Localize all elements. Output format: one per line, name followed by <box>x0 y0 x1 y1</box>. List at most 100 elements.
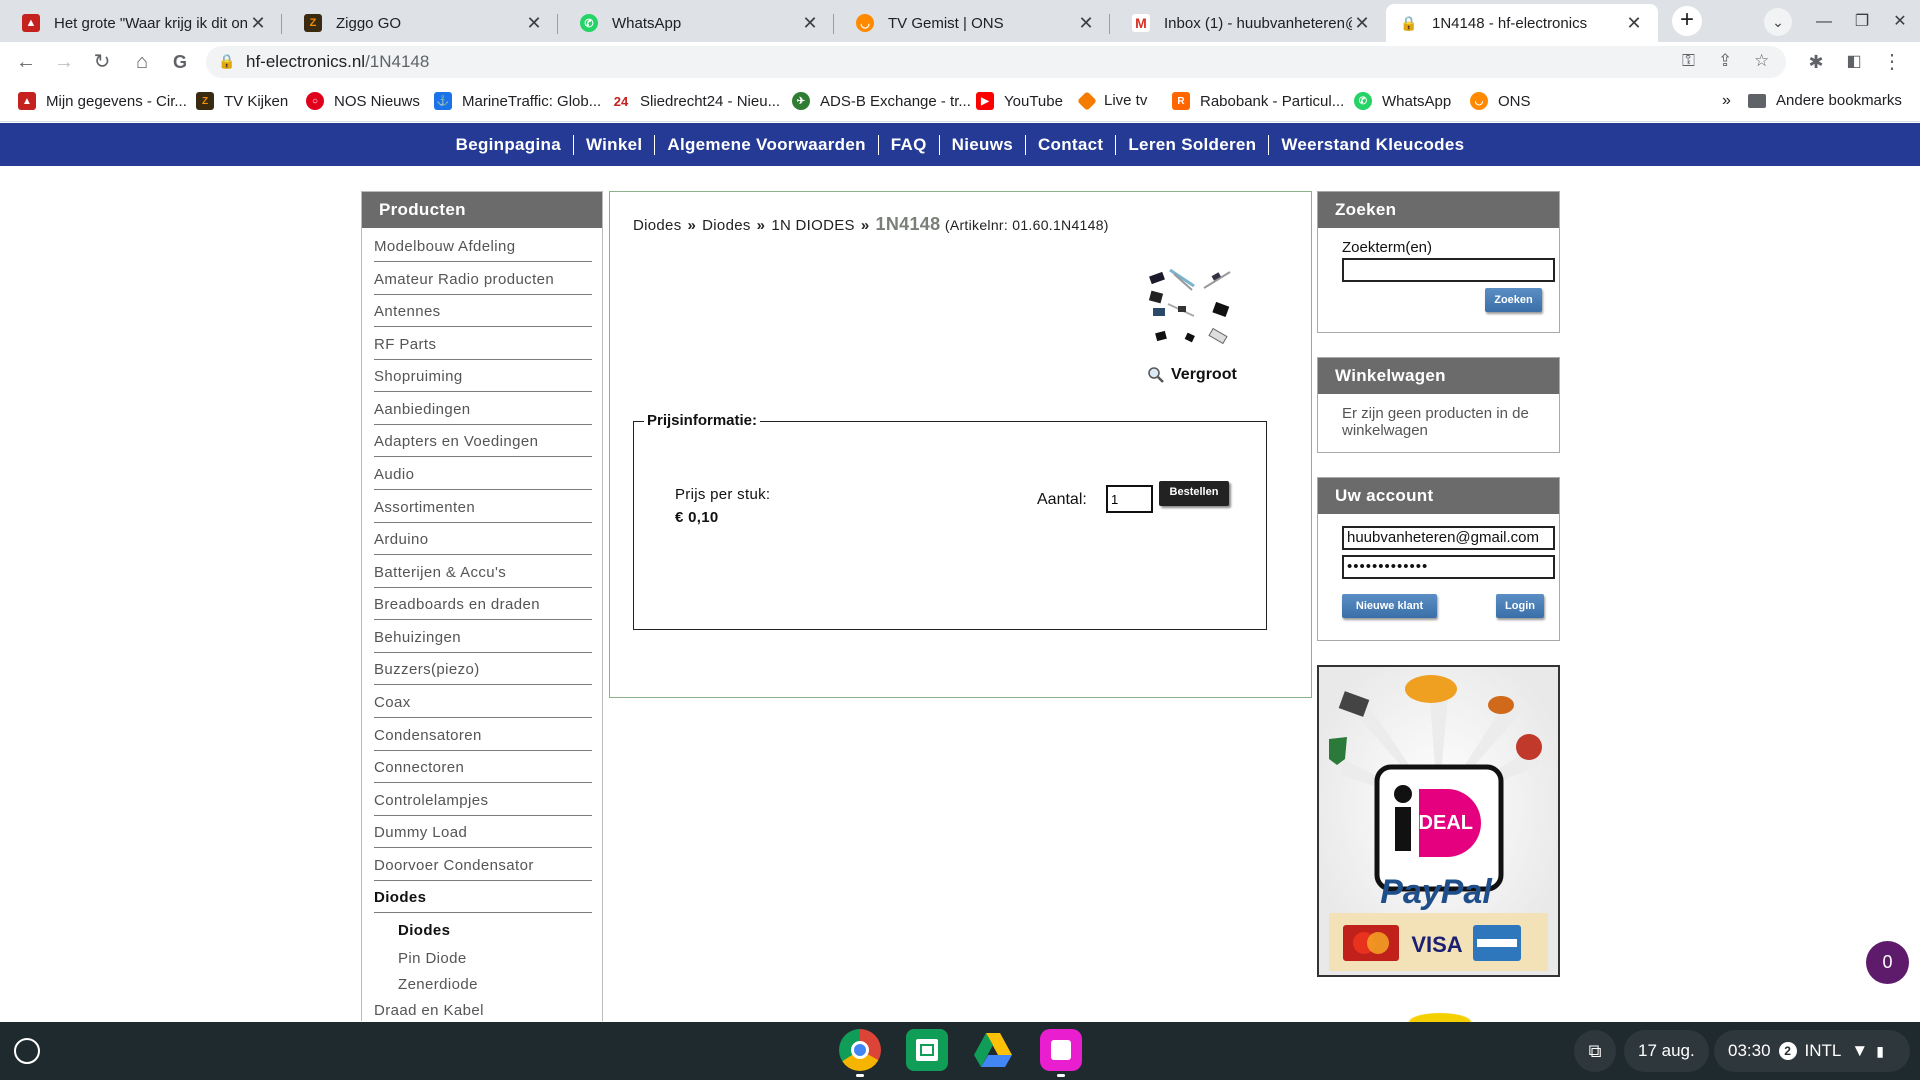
subcategory-link-active[interactable]: Diodes <box>398 922 450 939</box>
browser-tab[interactable]: ◡ TV Gemist | ONS ✕ <box>834 4 1110 42</box>
google-icon[interactable]: G <box>166 48 194 76</box>
search-input[interactable] <box>1342 258 1555 282</box>
share-icon[interactable]: ⇪ <box>1718 51 1732 71</box>
browser-tab[interactable]: M Inbox (1) - huubvanheteren@gm ✕ <box>1110 4 1386 42</box>
reload-icon[interactable]: ↻ <box>88 48 116 76</box>
address-bar[interactable]: 🔒 hf-electronics.nl/1N4148 ⚿ ⇪ ☆ <box>206 46 1786 78</box>
category-link[interactable]: Assortimenten <box>374 497 592 523</box>
bookmark-item[interactable]: ✈ ADS-B Exchange - tr... <box>792 92 971 110</box>
category-link[interactable]: Controlelampjes <box>374 790 592 816</box>
order-button[interactable]: Bestellen <box>1159 481 1229 506</box>
breadcrumb-link[interactable]: Diodes <box>702 217 751 234</box>
launcher-icon[interactable] <box>14 1038 40 1064</box>
category-link[interactable]: Batterijen & Accu's <box>374 562 592 588</box>
bookmark-item[interactable]: Live tv <box>1077 90 1147 111</box>
other-bookmarks-folder[interactable]: Andere bookmarks <box>1748 92 1902 109</box>
category-link[interactable]: Draad en Kabel <box>374 1000 592 1021</box>
nav-nieuws[interactable]: Nieuws <box>940 135 1025 155</box>
chat-widget-button[interactable]: 0 <box>1866 941 1909 984</box>
bookmark-item[interactable]: ⚓ MarineTraffic: Glob... <box>434 92 601 110</box>
new-customer-button[interactable]: Nieuwe klant <box>1342 594 1437 618</box>
login-button[interactable]: Login <box>1496 594 1544 618</box>
subcategory-link[interactable]: Pin Diode <box>398 950 467 967</box>
payment-banner[interactable]: iDEAL PayPal VISA <box>1317 665 1560 977</box>
product-thumbnail[interactable] <box>1148 264 1234 348</box>
side-panel-icon[interactable]: ◧ <box>1840 48 1868 76</box>
close-tab-icon[interactable]: ✕ <box>1352 13 1372 34</box>
password-field[interactable]: ••••••••••••• <box>1342 555 1555 579</box>
gallery-icon[interactable] <box>1040 1029 1082 1071</box>
bookmark-item[interactable]: ◡ ONS <box>1470 92 1531 110</box>
category-link[interactable]: Behuizingen <box>374 627 592 653</box>
category-link[interactable]: Adapters en Voedingen <box>374 431 592 457</box>
category-link[interactable]: Audio <box>374 464 592 490</box>
url-text[interactable]: hf-electronics.nl/1N4148 <box>246 52 429 72</box>
new-tab-button[interactable]: + <box>1672 6 1702 36</box>
close-tab-icon[interactable]: ✕ <box>1076 13 1096 34</box>
breadcrumb-link[interactable]: Diodes <box>633 217 682 234</box>
category-link[interactable]: Antennes <box>374 301 592 327</box>
chrome-icon[interactable] <box>839 1029 881 1071</box>
category-link[interactable]: RF Parts <box>374 334 592 360</box>
category-link[interactable]: Dummy Load <box>374 822 592 848</box>
nav-contact[interactable]: Contact <box>1026 135 1115 155</box>
nav-beginpagina[interactable]: Beginpagina <box>444 135 573 155</box>
bookmark-item[interactable]: ○ NOS Nieuws <box>306 92 420 110</box>
close-tab-icon[interactable]: ✕ <box>524 13 544 34</box>
browser-tab[interactable]: Z Ziggo GO ✕ <box>282 4 558 42</box>
bookmark-item[interactable]: Z TV Kijken <box>196 92 288 110</box>
category-link[interactable]: Coax <box>374 692 592 718</box>
breadcrumb-link[interactable]: 1N DIODES <box>771 217 855 234</box>
close-tab-icon[interactable]: ✕ <box>800 13 820 34</box>
nav-algemene-voorwaarden[interactable]: Algemene Voorwaarden <box>655 135 877 155</box>
category-link[interactable]: Modelbouw Afdeling <box>374 236 592 262</box>
status-tray[interactable]: 03:30 2 INTL ▼ ▮ <box>1714 1030 1910 1072</box>
browser-tab[interactable]: ✆ WhatsApp ✕ <box>558 4 834 42</box>
email-field[interactable]: huubvanheteren@gmail.com <box>1342 526 1555 550</box>
drive-icon[interactable] <box>972 1029 1014 1071</box>
extensions-puzzle-icon[interactable]: ✱ <box>1802 48 1830 76</box>
category-link[interactable]: Connectoren <box>374 757 592 783</box>
sheets-icon[interactable] <box>906 1029 948 1071</box>
close-window-icon[interactable]: ✕ <box>1886 8 1914 36</box>
nav-winkel[interactable]: Winkel <box>574 135 654 155</box>
bookmark-star-icon[interactable]: ☆ <box>1754 51 1769 71</box>
subcategory-link[interactable]: Zenerdiode <box>398 976 478 993</box>
enlarge-link[interactable]: Vergroot <box>1147 366 1237 384</box>
category-link[interactable]: Buzzers(piezo) <box>374 659 592 685</box>
close-tab-icon[interactable]: ✕ <box>1624 13 1644 34</box>
lock-icon[interactable]: 🔒 <box>218 53 235 70</box>
bookmark-item[interactable]: 24 Sliedrecht24 - Nieu... <box>612 92 780 110</box>
restore-icon[interactable]: ❐ <box>1848 8 1876 36</box>
nav-weerstand-kleucodes[interactable]: Weerstand Kleucodes <box>1269 135 1476 155</box>
back-arrow-icon[interactable]: ← <box>12 48 40 76</box>
bookmark-item[interactable]: ▲ Mijn gegevens - Cir... <box>18 92 187 110</box>
browser-tab-active[interactable]: 🔒 1N4148 - hf-electronics ✕ <box>1386 4 1658 42</box>
bookmark-item[interactable]: R Rabobank - Particul... <box>1172 92 1344 110</box>
category-link[interactable]: Aanbiedingen <box>374 399 592 425</box>
key-icon[interactable]: ⚿ <box>1682 51 1695 71</box>
bookmark-item[interactable]: ✆ WhatsApp <box>1354 92 1451 110</box>
menu-kebab-icon[interactable]: ⋮ <box>1878 48 1906 76</box>
tab-search-icon[interactable]: ⌄ <box>1764 8 1792 36</box>
category-link[interactable]: Condensatoren <box>374 725 592 751</box>
minimize-icon[interactable]: — <box>1810 8 1838 36</box>
category-link-active[interactable]: Diodes <box>374 887 592 913</box>
quantity-input[interactable] <box>1106 485 1153 513</box>
more-bookmarks-button[interactable]: » <box>1722 92 1731 110</box>
search-button[interactable]: Zoeken <box>1485 288 1542 312</box>
category-link[interactable]: Breadboards en draden <box>374 594 592 620</box>
category-link[interactable]: Doorvoer Condensator <box>374 855 592 881</box>
category-link[interactable]: Arduino <box>374 529 592 555</box>
category-link[interactable]: Amateur Radio producten <box>374 269 592 295</box>
nav-faq[interactable]: FAQ <box>879 135 939 155</box>
browser-tab[interactable]: ▲ Het grote "Waar krijg ik dit onde ✕ <box>0 4 282 42</box>
screen-capture-icon[interactable]: ⧉ <box>1574 1030 1616 1072</box>
forward-arrow-icon[interactable]: → <box>50 48 78 76</box>
nav-leren-solderen[interactable]: Leren Solderen <box>1116 135 1268 155</box>
bookmark-item[interactable]: ▶ YouTube <box>976 92 1063 110</box>
date-display[interactable]: 17 aug. <box>1624 1030 1709 1072</box>
home-icon[interactable]: ⌂ <box>128 48 156 76</box>
close-tab-icon[interactable]: ✕ <box>248 13 268 34</box>
category-link[interactable]: Shopruiming <box>374 366 592 392</box>
